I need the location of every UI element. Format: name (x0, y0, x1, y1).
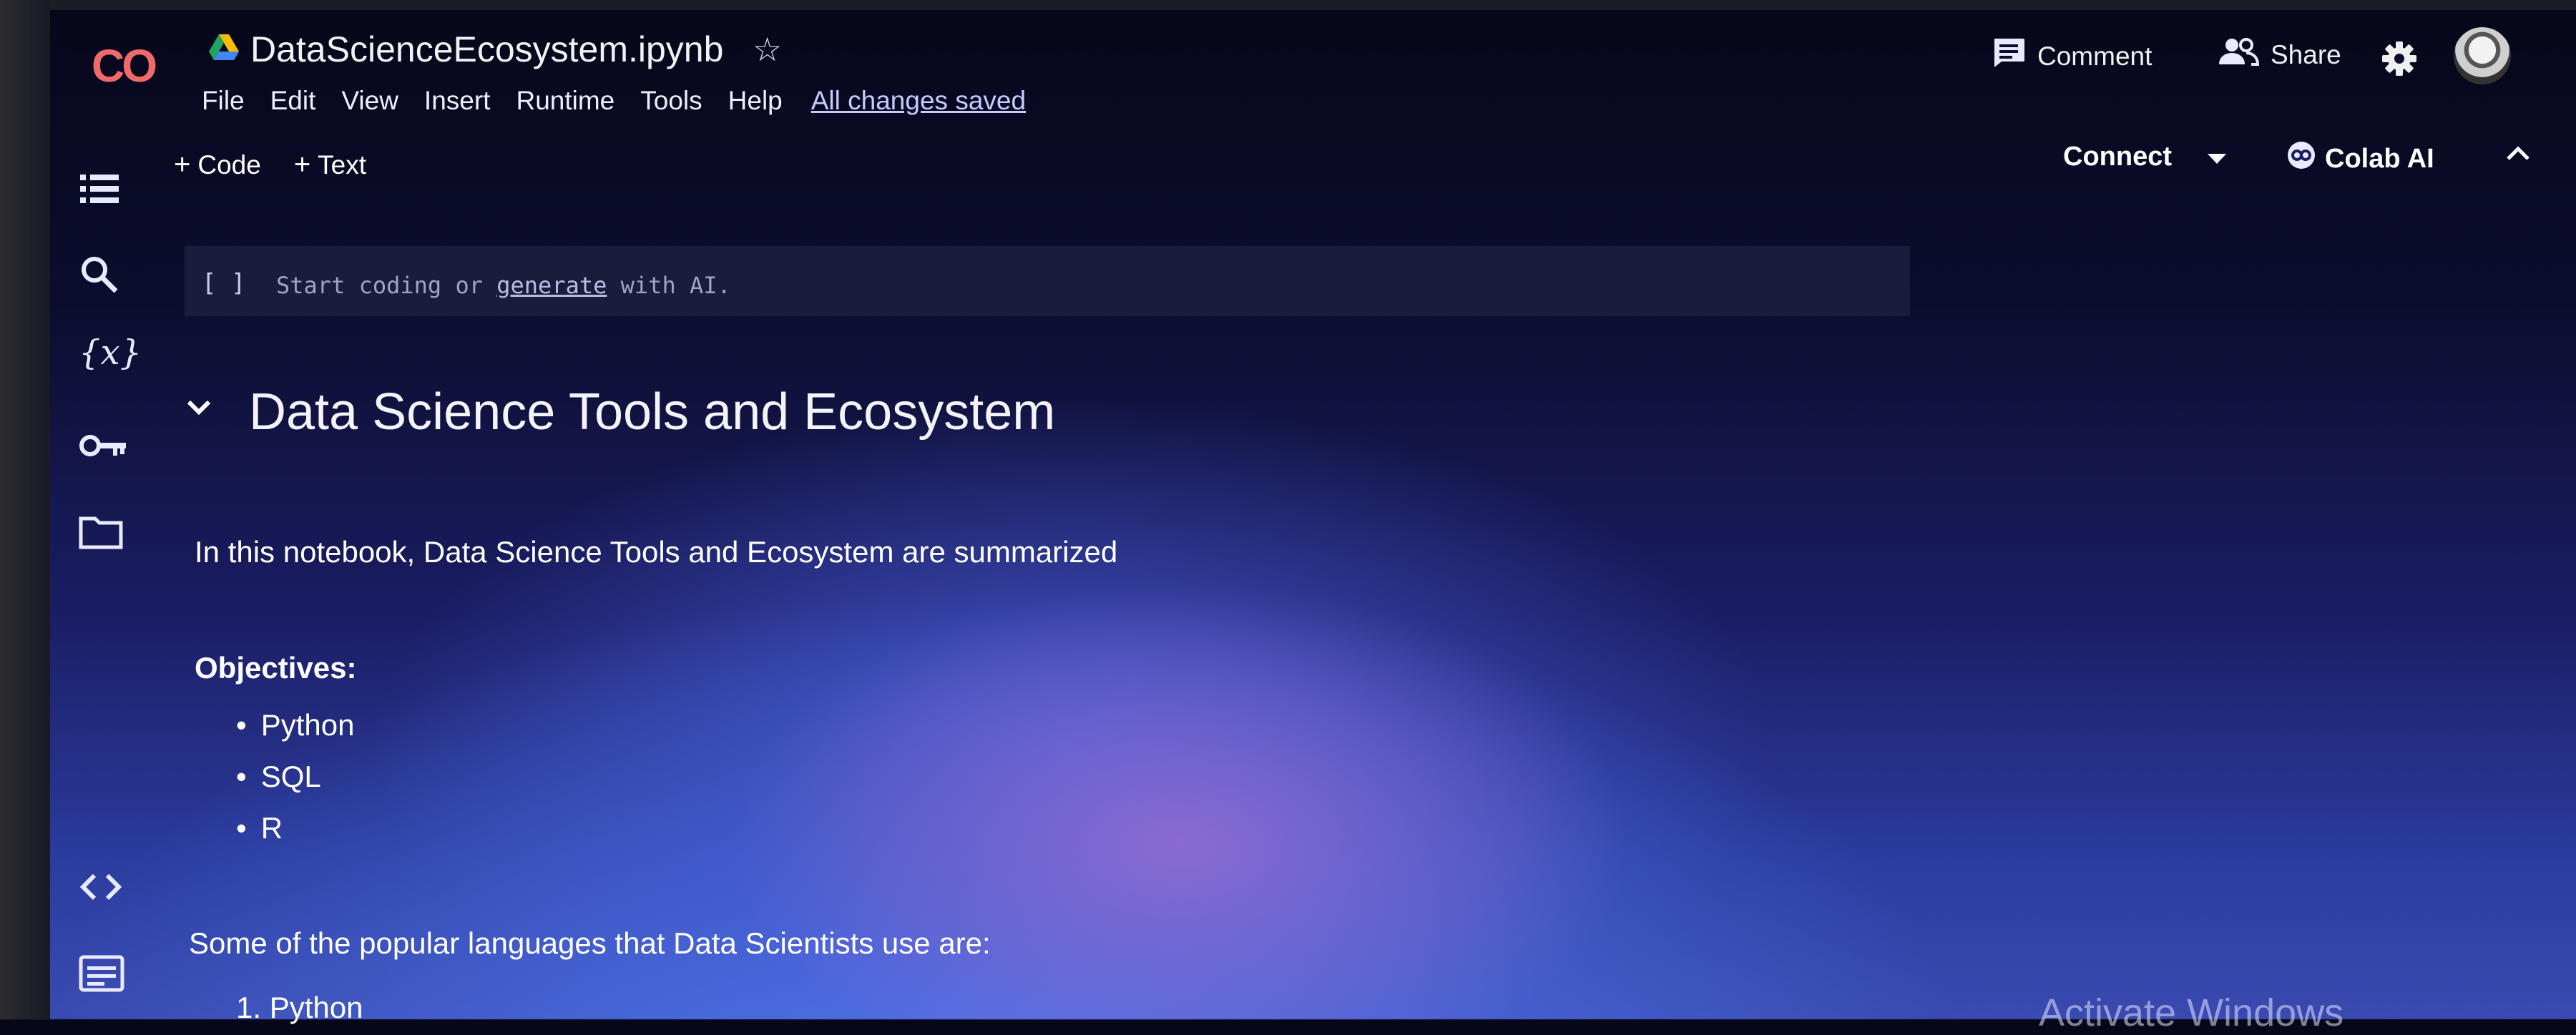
colab-ai-button[interactable]: Colab AI (2286, 140, 2434, 177)
menu-view[interactable]: View (341, 86, 398, 116)
placeholder-start: Start coding or (276, 272, 483, 299)
menu-edit[interactable]: Edit (270, 86, 316, 116)
menu-tools[interactable]: Tools (640, 86, 702, 116)
chevron-down-icon[interactable] (2206, 142, 2228, 172)
list-item: SQL (236, 760, 354, 811)
generate-link[interactable]: generate (496, 272, 607, 299)
menu-insert[interactable]: Insert (424, 86, 491, 116)
add-code-button[interactable]: + Code (174, 149, 261, 181)
add-text-label: Text (318, 150, 367, 180)
comment-button[interactable]: Comment (1992, 37, 2152, 75)
menu-bar: File Edit View Insert Runtime Tools Help… (202, 86, 1026, 116)
notebook-title[interactable]: DataScienceEcosystem.ipynb (250, 29, 723, 70)
comment-icon (1992, 37, 2026, 75)
avatar[interactable] (2454, 27, 2511, 84)
plus-icon: + (174, 149, 191, 180)
sparkle-icon (2286, 140, 2316, 177)
gear-icon[interactable] (2381, 40, 2418, 81)
activate-windows-watermark: Activate Windows (2039, 991, 2344, 1034)
screen-bezel-left (0, 0, 50, 1019)
menu-runtime[interactable]: Runtime (516, 86, 614, 116)
folder-icon[interactable] (79, 515, 123, 553)
empty-code-cell[interactable]: [ ] Start coding or generate with AI. (185, 246, 1910, 316)
share-button[interactable]: Share (2218, 37, 2341, 72)
chevron-up-icon[interactable] (2504, 143, 2532, 165)
add-code-label: Code (197, 150, 261, 180)
add-text-button[interactable]: + Text (294, 149, 366, 181)
run-cell-brackets[interactable]: [ ] (202, 269, 245, 298)
code-snippets-icon[interactable] (79, 873, 123, 905)
people-icon (2218, 37, 2260, 72)
languages-list-item: 1. Python (236, 991, 363, 1024)
variables-icon[interactable]: {x} (79, 333, 142, 373)
table-of-contents-icon[interactable] (79, 172, 122, 210)
intro-paragraph: In this notebook, Data Science Tools and… (195, 535, 1118, 569)
cell-toolbar: + Code + Text (174, 149, 366, 181)
google-drive-icon (209, 34, 239, 65)
connect-label: Connect (2063, 142, 2172, 172)
menu-help[interactable]: Help (728, 86, 783, 116)
star-icon[interactable]: ☆ (753, 30, 782, 69)
terminal-icon[interactable] (79, 955, 124, 997)
collapse-section-chevron-icon[interactable] (185, 398, 213, 420)
colab-ai-label: Colab AI (2325, 143, 2434, 174)
code-cell-placeholder: Start coding or generate with AI. (276, 272, 731, 299)
key-icon[interactable] (79, 433, 127, 462)
objectives-list: Python SQL R (236, 708, 355, 863)
section-heading: Data Science Tools and Ecosystem (249, 383, 1056, 441)
connect-button[interactable]: Connect (2063, 142, 2228, 172)
share-label: Share (2271, 39, 2341, 69)
plus-icon: + (293, 149, 311, 180)
list-item: Python (236, 708, 355, 760)
menu-file[interactable]: File (202, 86, 245, 116)
list-item: R (236, 811, 354, 863)
save-status-link[interactable]: All changes saved (811, 86, 1026, 116)
languages-intro: Some of the popular languages that Data … (189, 926, 991, 960)
placeholder-end: with AI. (620, 272, 731, 299)
comment-label: Comment (2037, 41, 2153, 71)
screen-bezel-top (0, 0, 2576, 10)
search-icon[interactable] (79, 254, 119, 298)
objectives-label: Objectives: (195, 651, 357, 685)
colab-logo[interactable]: CO (92, 39, 157, 92)
